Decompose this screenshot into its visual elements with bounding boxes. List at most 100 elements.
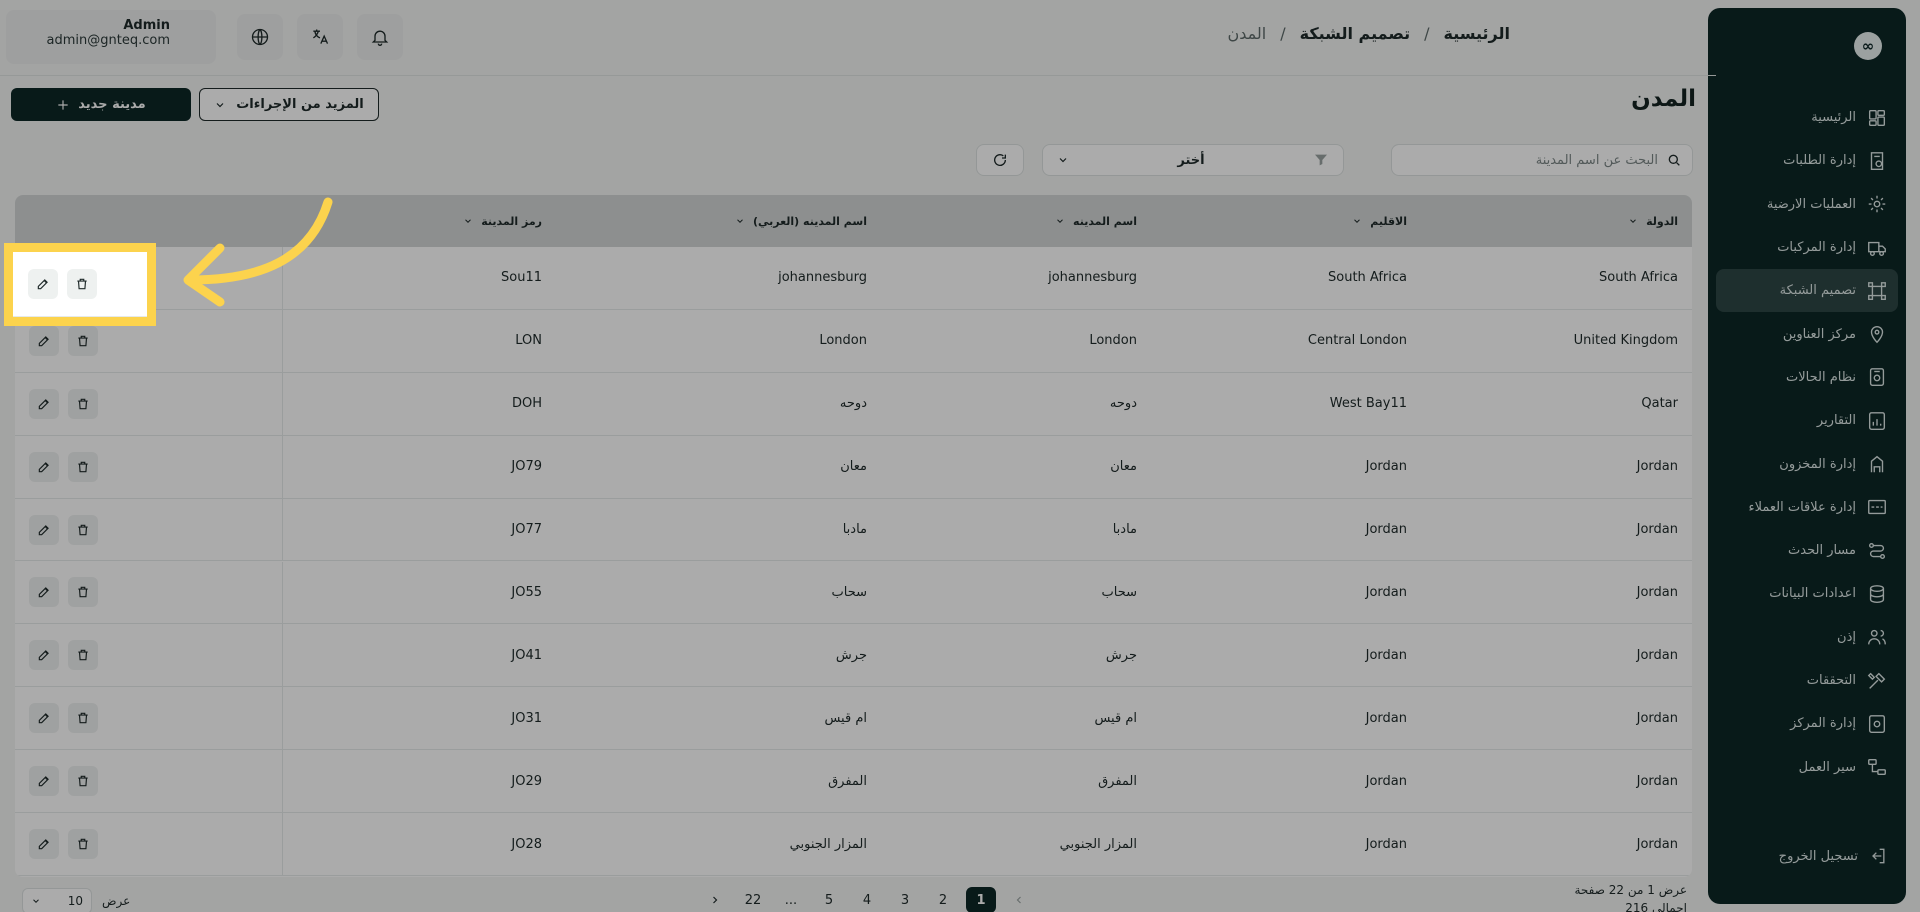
row-actions bbox=[15, 750, 283, 813]
sidebar-item-label: العمليات الارضية bbox=[1766, 196, 1856, 212]
pagination-page[interactable]: 5 bbox=[814, 887, 844, 912]
sidebar-item-crm[interactable]: إدارة علاقات العملاء bbox=[1708, 486, 1906, 529]
sidebar-item-users[interactable]: إذن bbox=[1708, 616, 1906, 659]
edit-button[interactable] bbox=[29, 451, 59, 482]
search-input[interactable] bbox=[1408, 152, 1658, 168]
new-city-button[interactable]: مدينة جديد bbox=[11, 88, 191, 121]
breadcrumb-home[interactable]: الرئيسية bbox=[1444, 24, 1511, 43]
edit-button[interactable] bbox=[29, 388, 59, 419]
refresh-button[interactable] bbox=[976, 144, 1024, 176]
chevron-down-icon bbox=[33, 899, 39, 903]
pagination-page[interactable]: 1 bbox=[966, 887, 996, 912]
pagination-page[interactable]: 4 bbox=[852, 887, 882, 912]
sidebar-item-reports[interactable]: التقارير bbox=[1708, 399, 1906, 442]
sidebar-item-location[interactable]: مركز العناوين bbox=[1708, 312, 1906, 355]
sidebar-item-truck[interactable]: إدارة المركبات bbox=[1708, 226, 1906, 269]
sidebar-item-network[interactable]: تصميم الشبكة bbox=[1716, 269, 1898, 313]
edit-button[interactable] bbox=[29, 703, 59, 734]
language-button[interactable] bbox=[237, 14, 283, 60]
cell-city-code: Sou11 bbox=[501, 270, 542, 286]
column-header-city-name-ar[interactable]: اسم المدينه (العربي) bbox=[735, 195, 867, 247]
edit-button[interactable] bbox=[29, 514, 59, 545]
sidebar-item-route[interactable]: مسار الحدث bbox=[1708, 529, 1906, 572]
page-size-select[interactable]: 10 bbox=[22, 888, 92, 912]
edit-button[interactable] bbox=[29, 577, 59, 608]
edit-button[interactable] bbox=[29, 766, 59, 797]
table-row[interactable]: Jordan Jordan المفرق المفرق JO29 bbox=[15, 750, 1692, 814]
user-menu[interactable]: Admin admin@gnteq.com bbox=[6, 10, 216, 64]
sidebar-item-ground-operations[interactable]: العمليات الارضية bbox=[1708, 183, 1906, 226]
sidebar-item-database[interactable]: اعدادات البيانات bbox=[1708, 572, 1906, 615]
delete-button[interactable] bbox=[68, 577, 98, 608]
globe-icon bbox=[251, 28, 269, 46]
column-header-region[interactable]: الاقليم bbox=[1352, 195, 1407, 247]
page-info-text: عرض 1 من 22 صفحة bbox=[1574, 883, 1688, 897]
warehouse-icon bbox=[1870, 455, 1884, 473]
cell-region: Jordan bbox=[1365, 522, 1407, 538]
notifications-button[interactable] bbox=[357, 14, 403, 60]
edit-button[interactable] bbox=[28, 269, 58, 299]
sidebar-item-workflow[interactable]: سير العمل bbox=[1708, 745, 1906, 788]
cell-region: Jordan bbox=[1365, 836, 1407, 852]
column-header-country[interactable]: الدولة bbox=[1628, 195, 1678, 247]
logout-button[interactable]: تسجيل الخروج bbox=[1708, 838, 1906, 874]
delete-button[interactable] bbox=[68, 766, 98, 797]
column-header-city-code[interactable]: رمز المدينة bbox=[463, 195, 542, 247]
sidebar-item-label: مركز العناوين bbox=[1782, 326, 1856, 342]
pagination-info: عرض 1 من 22 صفحة اجمالي 216 bbox=[1575, 881, 1688, 912]
cell-city-code: JO77 bbox=[511, 522, 542, 538]
delete-button[interactable] bbox=[68, 829, 98, 860]
search-icon bbox=[1668, 154, 1680, 166]
app-logo-icon[interactable]: ∞ bbox=[1854, 32, 1882, 60]
delete-button[interactable] bbox=[68, 514, 98, 545]
table-row[interactable]: Jordan Jordan جرش جرش JO41 bbox=[15, 624, 1692, 688]
table-row[interactable]: Jordan Jordan المزار الجنوبي المزار الجنوبي… bbox=[15, 813, 1692, 876]
cell-city-name-ar: المفرق bbox=[828, 773, 867, 789]
table-row[interactable]: Jordan Jordan سحاب سحاب JO55 bbox=[15, 561, 1692, 625]
pagination-prev-button[interactable] bbox=[1004, 887, 1034, 912]
delete-button[interactable] bbox=[68, 388, 98, 419]
edit-button[interactable] bbox=[29, 640, 59, 671]
sidebar-item-orders[interactable]: إدارة الطلبات bbox=[1708, 139, 1906, 182]
network-icon bbox=[1868, 281, 1886, 300]
table-row[interactable]: Jordan Jordan ام قيس ام قيس JO31 bbox=[15, 687, 1692, 751]
table-row[interactable]: Qatar West Bay11 دوحه دوحه DOH bbox=[15, 372, 1692, 436]
breadcrumb-network-design[interactable]: تصميم الشبكة bbox=[1300, 24, 1410, 43]
sidebar-item-hub[interactable]: إدارة المركز bbox=[1708, 702, 1906, 745]
more-actions-button[interactable]: المزيد من الإجراءات bbox=[199, 88, 379, 121]
delete-button[interactable] bbox=[68, 451, 98, 482]
cell-city-name-ar: johannesburg bbox=[778, 270, 867, 286]
cell-region: South Africa bbox=[1328, 270, 1407, 286]
filter-select[interactable]: أختر bbox=[1042, 144, 1344, 176]
sidebar-item-label: اعدادات البيانات bbox=[1769, 586, 1856, 602]
delete-button[interactable] bbox=[67, 269, 97, 299]
sidebar-item-tools[interactable]: التحققات bbox=[1708, 659, 1906, 702]
sidebar-item-label: إدارة الطلبات bbox=[1783, 153, 1856, 169]
trash-icon bbox=[78, 461, 88, 472]
pencil-icon bbox=[38, 587, 49, 598]
edit-button[interactable] bbox=[29, 325, 59, 356]
table-row[interactable]: Jordan Jordan معان معان JO79 bbox=[15, 435, 1692, 499]
delete-button[interactable] bbox=[68, 703, 98, 734]
delete-button[interactable] bbox=[68, 325, 98, 356]
sidebar-item-label: الرئيسية bbox=[1811, 110, 1856, 126]
table-row[interactable]: Jordan Jordan مادبا مادبا JO77 bbox=[15, 498, 1692, 562]
sidebar-item-status[interactable]: نظام الحالات bbox=[1708, 356, 1906, 399]
row-actions bbox=[15, 435, 283, 498]
delete-button[interactable] bbox=[68, 640, 98, 671]
sidebar-item-dashboard[interactable]: الرئيسية bbox=[1708, 96, 1906, 139]
pagination-page[interactable]: 3 bbox=[890, 887, 920, 912]
chevron-down-icon bbox=[1059, 158, 1067, 163]
sidebar-nav: الرئيسية إدارة الطلبات العمليات الارضية إدا… bbox=[1708, 96, 1906, 789]
pagination-next-button[interactable] bbox=[700, 887, 730, 912]
pagination-page[interactable]: 22 bbox=[738, 887, 768, 912]
column-header-city-name[interactable]: اسم المدينه bbox=[1055, 195, 1137, 247]
trash-icon bbox=[78, 398, 88, 409]
pagination-page[interactable]: 2 bbox=[928, 887, 958, 912]
new-city-label: مدينة جديد bbox=[78, 97, 146, 112]
sidebar-item-label: التحققات bbox=[1806, 673, 1856, 688]
pencil-icon bbox=[38, 839, 49, 850]
translate-button[interactable] bbox=[297, 14, 343, 60]
sidebar-item-warehouse[interactable]: إدارة المخزون bbox=[1708, 442, 1906, 485]
edit-button[interactable] bbox=[29, 829, 59, 860]
